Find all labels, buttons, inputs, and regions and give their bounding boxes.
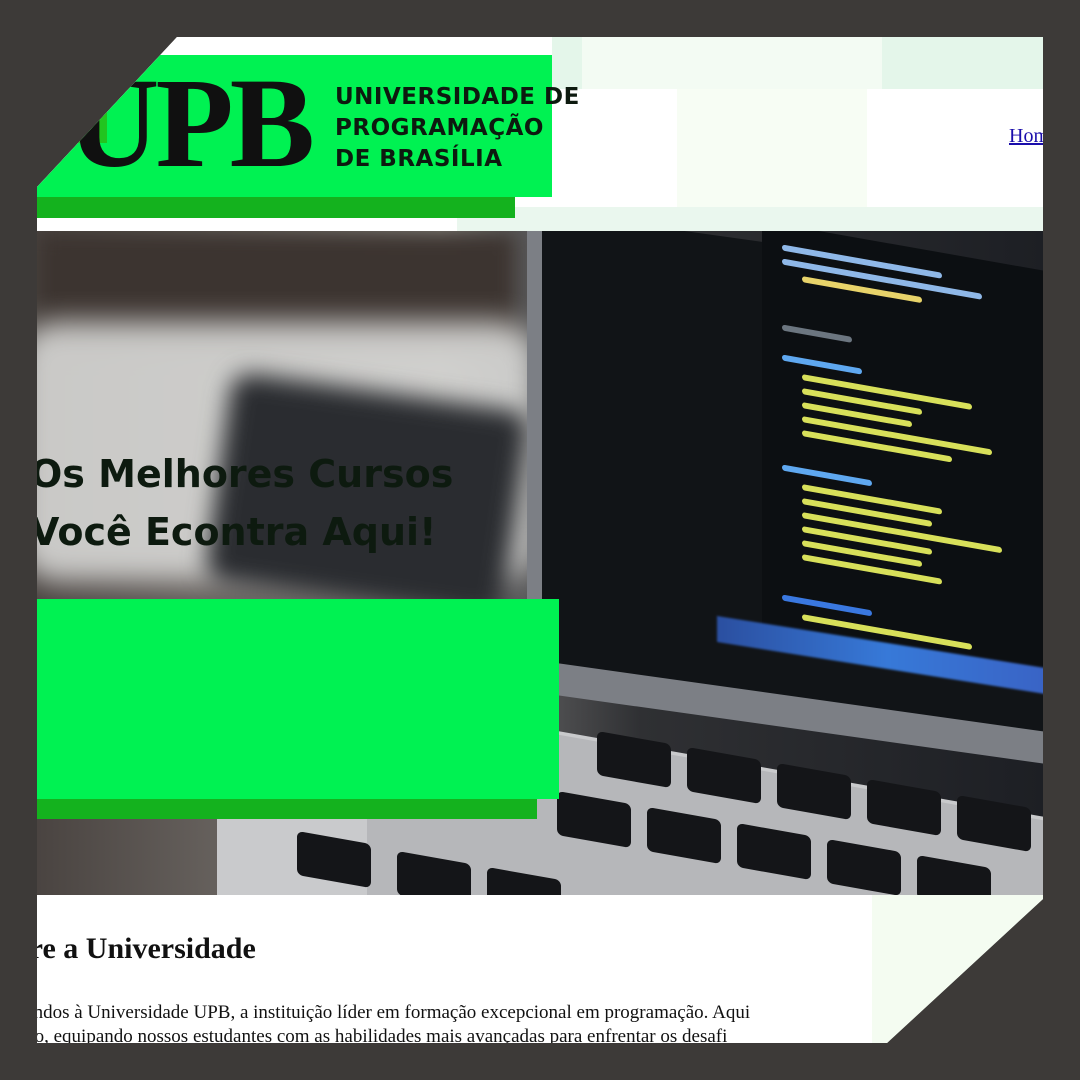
logo-name-line: UNIVERSIDADE DE xyxy=(335,84,580,110)
code-line xyxy=(782,324,852,343)
code-line xyxy=(802,554,942,585)
code-line xyxy=(782,464,872,487)
about-paragraph-line: n-vindos à Universidade UPB, a instituiç… xyxy=(37,1002,751,1023)
about-paragraph-line: ração, equipando nossos estudantes com a… xyxy=(37,1026,728,1043)
hero-headline-line: Você Econtra Aqui! xyxy=(37,510,437,554)
logo-name-line: DE BRASÍLIA xyxy=(335,146,503,172)
hero-headline: Os Melhores Cursos Você Econtra Aqui! xyxy=(37,445,550,561)
nav-link-home[interactable]: Hom xyxy=(1009,125,1043,148)
code-line xyxy=(782,594,872,617)
logo-mark: UPB xyxy=(67,52,315,194)
hero-headline-shadow xyxy=(37,799,537,819)
header-tint xyxy=(582,37,882,89)
hero-headline-card xyxy=(37,599,559,799)
logo-name: UNIVERSIDADE DE PROGRAMAÇÃO DE BRASÍLIA xyxy=(335,82,580,175)
hero-headline-line: Os Melhores Cursos xyxy=(37,452,454,496)
about-heading: bre a Universidade xyxy=(37,932,256,965)
page-frame: UPB UNIVERSIDADE DE PROGRAMAÇÃO DE BRASÍ… xyxy=(37,37,1043,1043)
site-header: UPB UNIVERSIDADE DE PROGRAMAÇÃO DE BRASÍ… xyxy=(37,37,1043,231)
code-line xyxy=(782,354,862,375)
code-editor-image xyxy=(762,231,1043,694)
hero-banner xyxy=(37,231,1043,895)
logo-shadow xyxy=(37,197,515,218)
about-paragraph: n-vindos à Universidade UPB, a instituiç… xyxy=(37,1001,1043,1043)
logo-name-line: PROGRAMAÇÃO xyxy=(335,115,544,141)
header-tint xyxy=(457,207,1043,231)
